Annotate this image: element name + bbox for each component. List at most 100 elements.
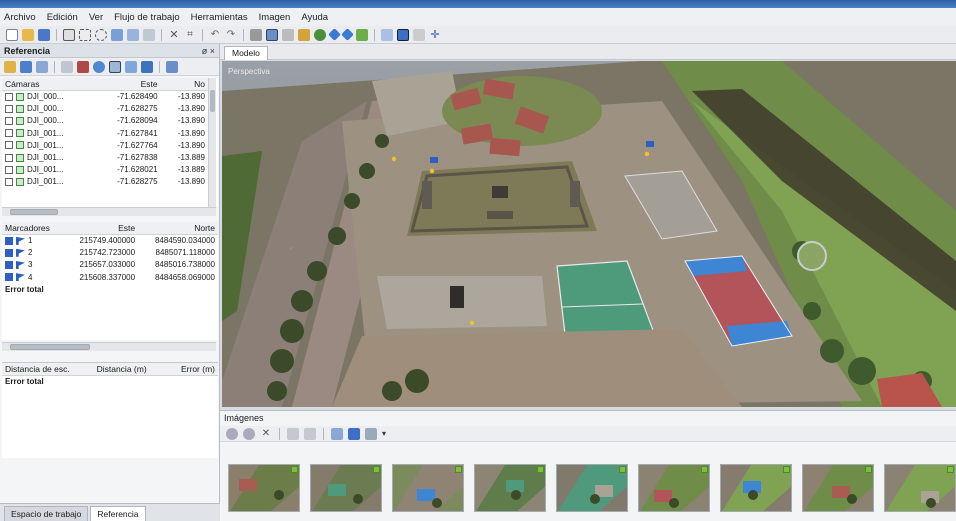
orthomosaic-icon[interactable] <box>356 28 368 41</box>
tab-workspace[interactable]: Espacio de trabajo <box>4 506 89 521</box>
column-header-markers[interactable]: Marcadores <box>2 222 64 235</box>
image-thumbnail[interactable] <box>556 464 628 512</box>
menu-item-0[interactable]: Archivo <box>4 12 36 23</box>
rotate-object-icon[interactable] <box>143 28 155 41</box>
rotate-right-icon[interactable] <box>243 427 255 440</box>
menu-item-1[interactable]: Edición <box>47 12 78 23</box>
show-shapes-icon[interactable] <box>413 28 425 41</box>
circle-select-icon[interactable] <box>95 28 107 41</box>
image-thumbnail[interactable] <box>474 464 546 512</box>
camera-enable-checkbox[interactable] <box>5 104 13 113</box>
image-thumbnail[interactable] <box>720 464 792 512</box>
save-icon[interactable] <box>38 28 50 41</box>
camera-row[interactable]: DJI_001... -71.627838 -13.889 <box>2 151 208 163</box>
show-markers-icon[interactable] <box>397 28 409 41</box>
details-view-icon[interactable] <box>365 427 377 440</box>
move-object-icon[interactable] <box>127 28 139 41</box>
view-source-icon[interactable] <box>109 60 121 73</box>
undo-icon[interactable]: ↶ <box>209 29 221 41</box>
image-thumbnail[interactable] <box>228 464 300 512</box>
free-select-icon[interactable] <box>111 28 123 41</box>
settings-icon[interactable] <box>166 60 178 73</box>
camera-enable-checkbox[interactable] <box>5 92 13 101</box>
small-thumbs-icon[interactable] <box>348 427 360 440</box>
marker-row[interactable]: 3 215657.033000 8485016.738000 <box>2 259 218 271</box>
image-thumbnail[interactable] <box>392 464 464 512</box>
rect-select-icon[interactable] <box>79 28 91 41</box>
scrollbar-thumb[interactable] <box>10 209 58 215</box>
import-icon[interactable] <box>4 60 16 73</box>
scrollbar-thumb[interactable] <box>10 344 90 350</box>
dem-icon[interactable] <box>341 28 354 41</box>
marker-enable-checkbox[interactable] <box>5 260 13 269</box>
crop-icon[interactable]: ⌗ <box>184 29 196 41</box>
edit-icon[interactable] <box>77 60 89 73</box>
redo-icon[interactable]: ↷ <box>225 29 237 41</box>
camera-enable-checkbox[interactable] <box>5 153 13 162</box>
column-header-norte[interactable]: No <box>160 78 208 91</box>
view-dropdown-icon[interactable]: ▾ <box>382 429 386 438</box>
tab-reference[interactable]: Referencia <box>90 506 146 521</box>
enable-cameras-icon[interactable] <box>287 427 299 440</box>
dense-cloud-icon[interactable] <box>266 28 278 41</box>
markers-horizontal-scrollbar[interactable] <box>2 342 216 351</box>
camera-row[interactable]: DJI_000... -71.628094 -13.890 <box>2 115 208 127</box>
delete-icon[interactable]: ✕ <box>168 29 180 41</box>
column-header-norte[interactable]: Norte <box>138 222 218 235</box>
camera-enable-checkbox[interactable] <box>5 165 13 174</box>
rotate-left-icon[interactable] <box>226 427 238 440</box>
show-cameras-icon[interactable] <box>381 28 393 41</box>
camera-enable-checkbox[interactable] <box>5 141 13 150</box>
image-thumbnail[interactable] <box>638 464 710 512</box>
camera-row[interactable]: DJI_001... -71.627841 -13.890 <box>2 127 208 139</box>
tiled-model-icon[interactable] <box>328 28 341 41</box>
large-thumbs-icon[interactable] <box>331 427 343 440</box>
optimize-cameras-icon[interactable] <box>61 60 73 73</box>
new-file-icon[interactable] <box>6 28 18 41</box>
camera-row[interactable]: DJI_001... -71.628021 -13.889 <box>2 164 208 176</box>
reset-view-icon[interactable]: ✛ <box>429 29 441 41</box>
column-header-cameras[interactable]: Cámaras <box>2 78 95 91</box>
column-header-scale-distance[interactable]: Distancia de esc. <box>2 363 94 376</box>
camera-row[interactable]: DJI_001... -71.628275 -13.890 <box>2 176 208 188</box>
camera-enable-checkbox[interactable] <box>5 116 13 125</box>
image-thumbnail[interactable] <box>884 464 956 512</box>
textured-icon[interactable] <box>314 28 326 41</box>
marker-enable-checkbox[interactable] <box>5 248 13 257</box>
wireframe-icon[interactable] <box>282 28 294 41</box>
camera-row[interactable]: DJI_000... -71.628275 -13.890 <box>2 103 208 115</box>
solid-icon[interactable] <box>298 28 310 41</box>
menu-item-3[interactable]: Flujo de trabajo <box>114 12 179 23</box>
convert-icon[interactable] <box>36 60 48 73</box>
marker-enable-checkbox[interactable] <box>5 273 13 282</box>
image-thumbnail[interactable] <box>802 464 874 512</box>
model-viewport[interactable]: ~ Perspectiva <box>222 61 956 407</box>
camera-row[interactable]: DJI_000... -71.628490 -13.890 <box>2 91 208 103</box>
column-header-este[interactable]: Este <box>94 78 161 91</box>
view-estimated-icon[interactable] <box>125 60 137 73</box>
navigation-icon[interactable] <box>63 28 75 41</box>
update-icon[interactable] <box>93 60 105 73</box>
camera-row[interactable]: DJI_001... -71.627764 -13.890 <box>2 139 208 151</box>
camera-enable-checkbox[interactable] <box>5 129 13 138</box>
marker-row[interactable]: 4 215608.337000 8484658.069000 <box>2 271 218 283</box>
marker-row[interactable]: 1 215749.400000 8484590.034000 <box>2 235 218 247</box>
marker-enable-checkbox[interactable] <box>5 236 13 245</box>
cameras-horizontal-scrollbar[interactable] <box>2 207 216 216</box>
column-header-error-m[interactable]: Error (m) <box>166 363 218 376</box>
menu-item-4[interactable]: Herramientas <box>191 12 248 23</box>
menu-item-2[interactable]: Ver <box>89 12 103 23</box>
point-cloud-icon[interactable] <box>250 28 262 41</box>
open-folder-icon[interactable] <box>22 28 34 41</box>
panel-float-close-icon[interactable]: ø × <box>202 46 215 56</box>
tab-model[interactable]: Modelo <box>224 46 268 60</box>
menu-item-6[interactable]: Ayuda <box>301 12 328 23</box>
column-header-este[interactable]: Este <box>63 222 139 235</box>
camera-enable-checkbox[interactable] <box>5 177 13 186</box>
image-thumbnail[interactable] <box>310 464 382 512</box>
view-errors-icon[interactable] <box>141 60 153 73</box>
marker-row[interactable]: 2 215742.723000 8485071.118000 <box>2 247 218 259</box>
menu-item-5[interactable]: Imagen <box>259 12 291 23</box>
export-icon[interactable] <box>20 60 32 73</box>
remove-image-icon[interactable]: ✕ <box>260 428 272 440</box>
